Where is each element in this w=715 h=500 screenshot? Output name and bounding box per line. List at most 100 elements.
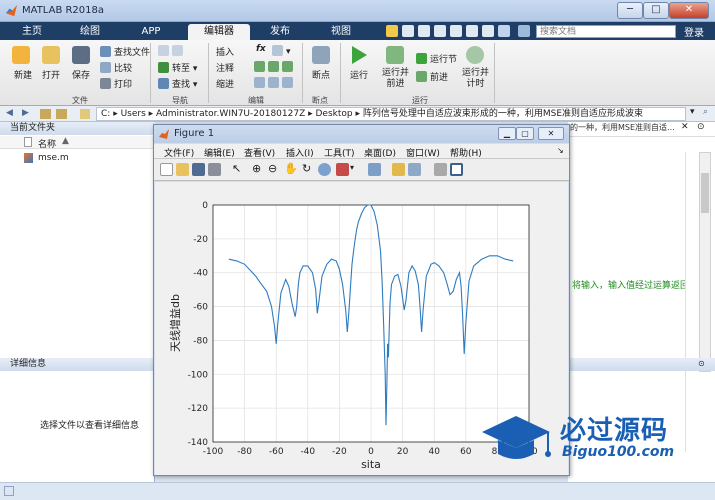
editor-menu-icon[interactable]: ⊙ bbox=[697, 122, 705, 132]
browse-folder-icon[interactable] bbox=[56, 109, 67, 119]
figure-maximize-button[interactable]: ▢ bbox=[516, 127, 534, 140]
nav-back-forward[interactable] bbox=[158, 45, 186, 57]
x-tick-label: -20 bbox=[332, 447, 347, 457]
maximize-button[interactable]: □ bbox=[643, 2, 669, 19]
copy-quick-icon[interactable] bbox=[418, 25, 430, 37]
colorbar-icon[interactable] bbox=[392, 163, 405, 176]
breakpoints-button[interactable]: 断点 bbox=[312, 68, 330, 81]
run-section-button[interactable]: 运行节 bbox=[416, 52, 457, 65]
dropdown-icon[interactable] bbox=[518, 25, 530, 37]
back-arrow-icon[interactable]: ◀ bbox=[6, 108, 13, 118]
list-item[interactable]: mse.m bbox=[0, 152, 155, 165]
link-plot-icon[interactable] bbox=[368, 163, 381, 176]
brush-icon[interactable] bbox=[336, 163, 349, 176]
pan-hand-icon[interactable]: ✋ bbox=[284, 163, 298, 176]
figure-minimize-button[interactable]: ▁ bbox=[498, 127, 516, 140]
indent-button[interactable]: 缩进 bbox=[216, 77, 234, 90]
advance-button[interactable]: 前进 bbox=[416, 70, 448, 83]
pointer-icon[interactable]: ↖ bbox=[232, 163, 245, 176]
menu-file[interactable]: 文件(F) bbox=[164, 146, 194, 159]
show-tools-icon[interactable] bbox=[450, 163, 463, 176]
tab-home[interactable]: 主页 bbox=[10, 24, 54, 40]
path-segment[interactable]: Desktop bbox=[316, 109, 353, 119]
path-segment[interactable]: 阵列信号处理中自适应波束形成的一种，利用MSE准则自适应形成波束 bbox=[363, 109, 643, 119]
path-field[interactable]: C: ▸ Users ▸ Administrator.WIN7U-2018012… bbox=[96, 107, 686, 121]
search-docs-input[interactable]: 搜索文档 bbox=[536, 25, 676, 38]
scrollbar-thumb[interactable] bbox=[701, 173, 709, 213]
run-icon[interactable] bbox=[350, 45, 368, 65]
run-button[interactable]: 运行 bbox=[350, 68, 368, 81]
switch-window-icon[interactable] bbox=[482, 25, 494, 37]
run-advance-button[interactable]: 运行并 前进 bbox=[382, 68, 409, 90]
undo-quick-icon[interactable] bbox=[450, 25, 462, 37]
save-disk-icon[interactable] bbox=[72, 46, 90, 64]
run-advance-icon[interactable] bbox=[386, 46, 404, 64]
dock-arrow-icon[interactable]: ↘ bbox=[557, 146, 564, 155]
redo-quick-icon[interactable] bbox=[466, 25, 478, 37]
rotate-3d-icon[interactable]: ↻ bbox=[302, 163, 315, 176]
print-button[interactable]: 打印 bbox=[100, 77, 132, 90]
new-button[interactable]: 新建 bbox=[14, 68, 32, 81]
menu-help[interactable]: 帮助(H) bbox=[450, 146, 482, 159]
comment-button[interactable]: 注释 bbox=[216, 61, 234, 74]
panel-menu-icon[interactable]: ⊙ bbox=[698, 359, 705, 368]
paste-quick-icon[interactable] bbox=[434, 25, 446, 37]
goto-button[interactable]: 转至 ▾ bbox=[158, 61, 197, 74]
edit-tools-row1[interactable]: ▾ bbox=[272, 45, 291, 57]
fx-button[interactable]: fx bbox=[256, 44, 266, 54]
save-quick-icon[interactable] bbox=[386, 25, 398, 37]
menu-window[interactable]: 窗口(W) bbox=[406, 146, 440, 159]
legend-icon[interactable] bbox=[408, 163, 421, 176]
save-figure-icon[interactable] bbox=[192, 163, 205, 176]
comment-tools[interactable] bbox=[254, 61, 296, 73]
new-figure-icon[interactable] bbox=[160, 163, 173, 176]
path-segment[interactable]: Administrator.WIN7U-20180127Z bbox=[156, 109, 305, 119]
hide-tools-icon[interactable] bbox=[434, 163, 447, 176]
brush-dropdown-icon[interactable]: ▾ bbox=[350, 163, 363, 176]
path-segment[interactable]: C: bbox=[101, 109, 110, 119]
new-icon[interactable] bbox=[12, 46, 30, 64]
menu-view[interactable]: 查看(V) bbox=[244, 146, 275, 159]
find-button[interactable]: 查找 ▾ bbox=[158, 77, 197, 90]
menu-desktop[interactable]: 桌面(D) bbox=[364, 146, 396, 159]
editor-close-icon[interactable]: ✕ bbox=[681, 122, 689, 132]
path-segment[interactable]: Users bbox=[121, 109, 146, 119]
run-and-time-icon[interactable] bbox=[466, 46, 484, 64]
indent-tools[interactable] bbox=[254, 77, 296, 89]
help-quick-icon[interactable] bbox=[498, 25, 510, 37]
tab-plots[interactable]: 绘图 bbox=[68, 24, 112, 40]
up-folder-icon[interactable] bbox=[40, 109, 51, 119]
vertical-scrollbar[interactable] bbox=[699, 152, 711, 372]
search-path-icon[interactable]: ⌕ bbox=[703, 107, 708, 117]
zoom-out-icon[interactable]: ⊖ bbox=[268, 163, 281, 176]
breakpoint-icon[interactable] bbox=[312, 46, 330, 64]
section-edit-label: 编辑 bbox=[248, 96, 264, 105]
minimize-button[interactable]: ─ bbox=[617, 2, 643, 19]
find-files-button[interactable]: 查找文件 bbox=[100, 45, 150, 58]
tab-publish[interactable]: 发布 bbox=[256, 24, 304, 40]
menu-tools[interactable]: 工具(T) bbox=[324, 146, 355, 159]
insert-button[interactable]: 插入 bbox=[216, 45, 234, 58]
compare-button[interactable]: 比较 bbox=[100, 61, 132, 74]
menu-insert[interactable]: 插入(I) bbox=[286, 146, 314, 159]
zoom-in-icon[interactable]: ⊕ bbox=[252, 163, 265, 176]
open-button[interactable]: 打开 bbox=[42, 68, 60, 81]
forward-arrow-icon[interactable]: ▶ bbox=[22, 108, 29, 118]
cut-quick-icon[interactable] bbox=[402, 25, 414, 37]
menu-edit[interactable]: 编辑(E) bbox=[204, 146, 235, 159]
close-button[interactable]: ✕ bbox=[669, 2, 709, 19]
tab-editor[interactable]: 编辑器 bbox=[188, 24, 250, 40]
column-header[interactable]: 名称 ▲ bbox=[0, 136, 155, 150]
open-folder-icon[interactable] bbox=[42, 46, 60, 64]
print-figure-icon[interactable] bbox=[208, 163, 221, 176]
run-and-time-button[interactable]: 运行并 计时 bbox=[462, 68, 489, 90]
save-button[interactable]: 保存 bbox=[72, 68, 90, 81]
tab-view[interactable]: 视图 bbox=[318, 24, 364, 40]
figure-close-button[interactable]: ✕ bbox=[538, 127, 564, 140]
open-file-icon[interactable] bbox=[176, 163, 189, 176]
path-dropdown-icon[interactable]: ▾ bbox=[690, 107, 695, 117]
data-cursor-icon[interactable] bbox=[318, 163, 331, 176]
login-link[interactable]: 登录 bbox=[684, 24, 704, 39]
figure-title-bar[interactable]: Figure 1 ▁ ▢ ✕ bbox=[154, 125, 569, 143]
tab-apps[interactable]: APP bbox=[128, 24, 174, 40]
